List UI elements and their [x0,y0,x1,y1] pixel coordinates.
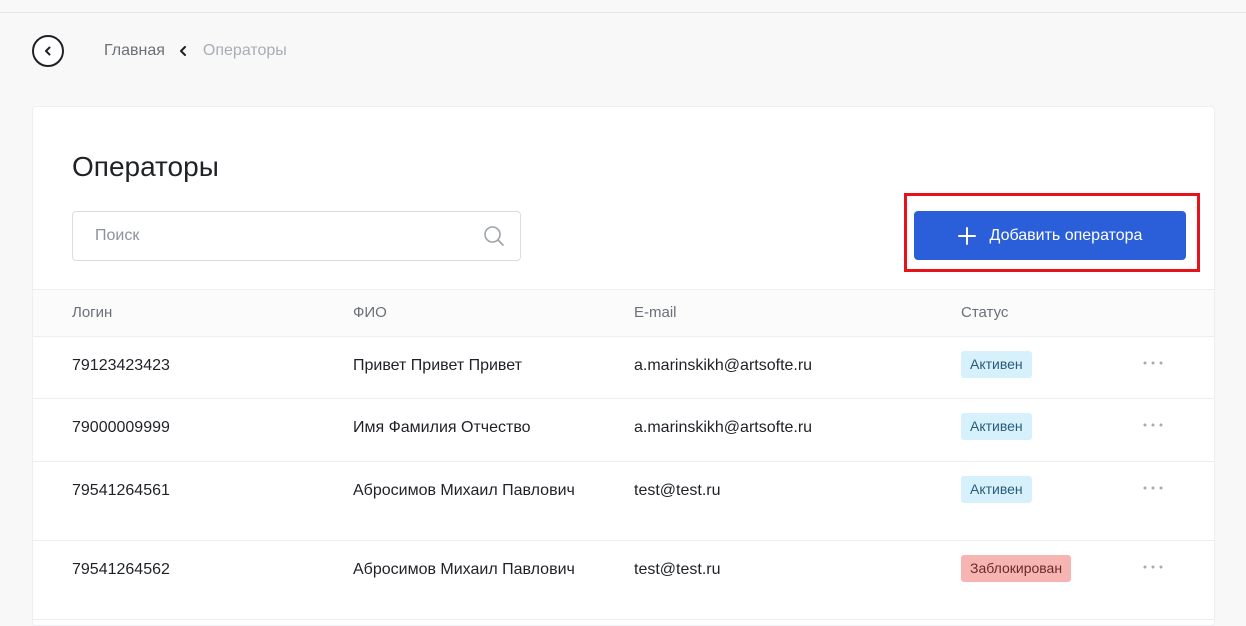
plus-icon [957,226,976,245]
status-badge: Активен [961,351,1032,378]
breadcrumb-current: Операторы [202,42,287,59]
cell-login: 79541264562 [72,561,170,578]
cell-fio: Имя Фамилия Отчество [353,419,531,436]
column-header-email: E-mail [634,304,677,321]
cell-email: test@test.ru [634,561,721,578]
column-header-status: Статус [961,304,1009,321]
more-dots-icon[interactable] [1141,478,1165,503]
table-row[interactable]: 79123423423 Привет Привет Привет a.marin… [33,337,1214,399]
cell-email: a.marinskikh@artsofte.ru [634,357,813,374]
add-operator-button[interactable]: Добавить оператора [914,211,1186,260]
cell-login: 79541264561 [72,482,170,499]
status-badge: Активен [961,413,1032,440]
status-badge: Активен [961,476,1032,503]
cell-login: 79123423423 [72,357,170,374]
breadcrumb-home-link[interactable]: Главная [104,42,165,60]
column-header-fio: ФИО [353,304,387,321]
table-row[interactable]: 79000009999 Имя Фамилия Отчество a.marin… [33,399,1214,462]
add-operator-label: Добавить оператора [989,226,1143,244]
more-dots-icon[interactable] [1141,415,1165,440]
operators-card: Операторы Добавить оператора Логин ФИО E… [32,106,1215,626]
cell-email: test@test.ru [634,482,721,499]
cell-fio: Привет Привет Привет [353,357,522,374]
breadcrumb: Главная Операторы [32,33,287,69]
table-row[interactable]: 79541264562 Абросимов Михаил Павлович te… [33,541,1214,620]
table-header: Логин ФИО E-mail Статус [33,289,1214,337]
back-button[interactable] [32,35,64,67]
search-box [72,211,521,261]
column-header-login: Логин [72,304,113,321]
more-dots-icon[interactable] [1141,353,1165,378]
operators-table: Логин ФИО E-mail Статус 79123423423 Прив… [33,289,1214,620]
cell-login: 79000009999 [72,419,170,436]
table-row[interactable]: 79541264561 Абросимов Михаил Павлович te… [33,462,1214,541]
status-badge: Заблокирован [961,555,1072,582]
cell-fio: Абросимов Михаил Павлович [353,561,575,578]
cell-fio: Абросимов Михаил Павлович [353,482,575,499]
breadcrumb-separator-icon [179,46,187,56]
search-icon[interactable] [482,224,506,253]
page-title: Операторы [72,151,219,182]
cell-email: a.marinskikh@artsofte.ru [634,419,813,436]
chevron-left-icon [45,46,51,56]
top-divider [0,12,1246,13]
more-dots-icon[interactable] [1141,557,1165,582]
search-input[interactable] [93,226,457,246]
